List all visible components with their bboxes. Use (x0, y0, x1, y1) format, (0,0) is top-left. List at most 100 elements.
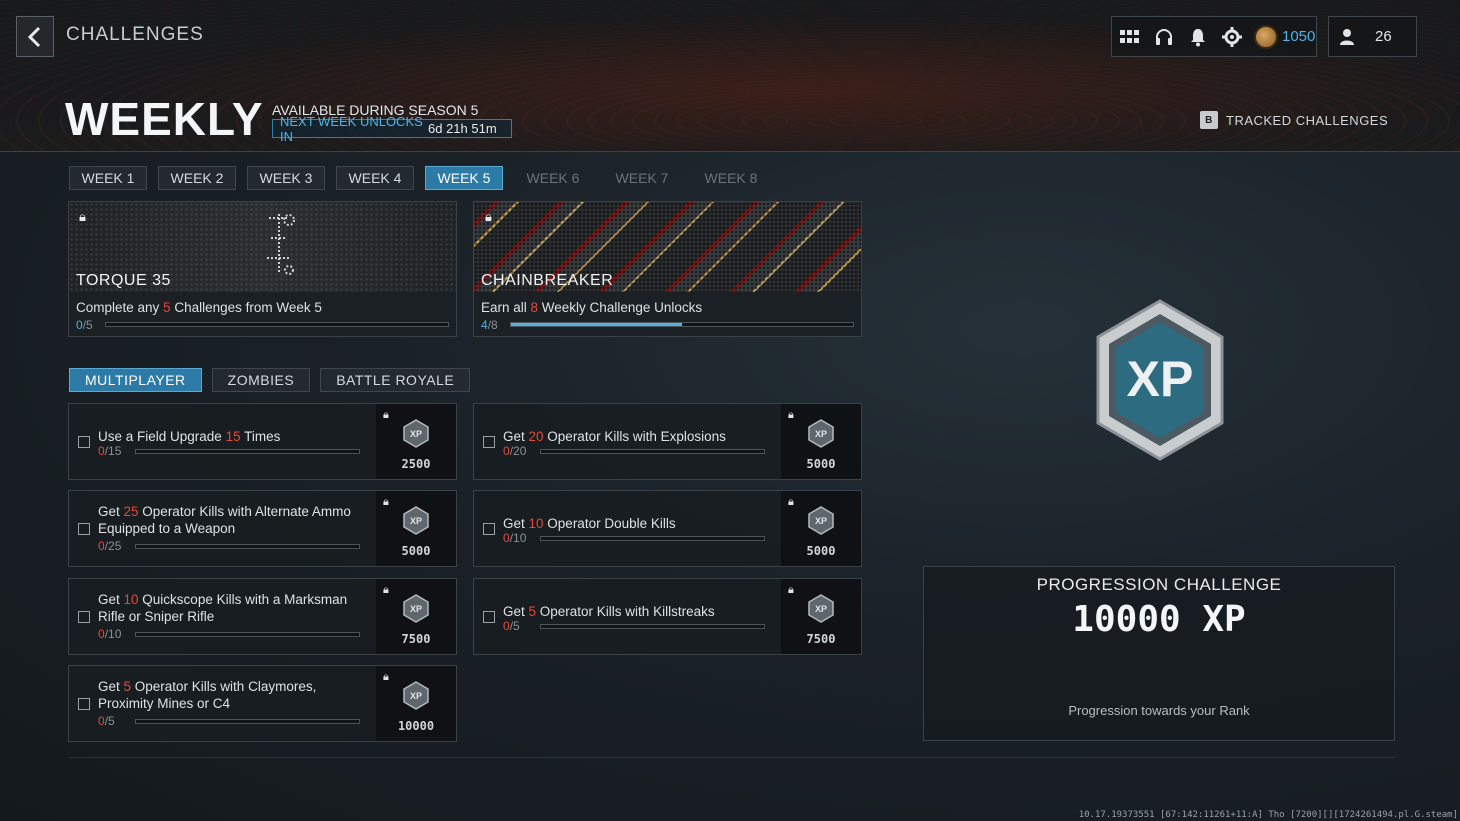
challenge-progress-bar (135, 544, 360, 549)
mode-tabs: MULTIPLAYER ZOMBIES BATTLE ROYALE (69, 368, 480, 392)
tracked-challenges-button[interactable]: B TRACKED CHALLENGES (1200, 111, 1388, 129)
xp-token-icon: XP (403, 681, 429, 710)
challenge-reward: 🔒︎ XP 10000 (376, 666, 456, 741)
key-hint: B (1200, 111, 1218, 129)
cod-points-value[interactable]: 1050 (1282, 28, 1315, 45)
challenge-tile[interactable]: Get 20 Operator Kills with Explosions 0/2… (473, 403, 862, 480)
back-button[interactable] (16, 16, 54, 57)
lock-icon: 🔒︎ (383, 670, 389, 683)
challenge-tile[interactable]: Get 25 Operator Kills with Alternate Amm… (68, 490, 457, 567)
xp-token-icon: XP (808, 419, 834, 448)
reward-card-torque[interactable]: 🔒︎ TORQUE 35 Complete any 5 Challenges f… (68, 201, 457, 337)
challenge-text: Get 20 Operator Kills with Explosions (503, 429, 726, 444)
xp-reward-value: 5000 (806, 544, 836, 558)
lock-icon: 🔒︎ (383, 583, 389, 596)
gear-icon[interactable] (1220, 25, 1244, 49)
challenge-progress-bar (135, 719, 360, 724)
tab-week-3[interactable]: WEEK 3 (247, 166, 325, 190)
tab-week-7[interactable]: WEEK 7 (603, 166, 681, 190)
xp-token-icon: XP (403, 506, 429, 535)
track-checkbox[interactable] (78, 611, 90, 623)
challenge-tile[interactable]: Get 5 Operator Kills with Claymores, Pro… (68, 665, 457, 742)
challenge-progress-text: 0/20 (503, 444, 527, 458)
cod-points-icon[interactable] (1254, 24, 1278, 49)
build-string: 10.17.19373551 [67:142:11261+11:A] Tho [… (1078, 810, 1458, 820)
challenge-text: Get 5 Operator Kills with Claymores, Pro… (98, 679, 317, 711)
challenge-tile[interactable]: Use a Field Upgrade 15 Times 0/15 🔒︎ XP 2500 (68, 403, 457, 480)
tab-week-8[interactable]: WEEK 8 (692, 166, 770, 190)
challenge-reward: 🔒︎ XP 2500 (376, 404, 456, 479)
svg-text:XP: XP (410, 429, 422, 439)
tab-week-2[interactable]: WEEK 2 (158, 166, 236, 190)
next-week-unlock: NEXT WEEK UNLOCKS IN 6d 21h 51m (272, 114, 512, 144)
xp-reward-value: 5000 (401, 544, 431, 558)
xp-token-icon: XP (403, 419, 429, 448)
challenge-tile[interactable]: Get 5 Operator Kills with Killstreaks 0/5… (473, 578, 862, 655)
tab-week-5[interactable]: WEEK 5 (425, 166, 503, 190)
progression-heading: PROGRESSION CHALLENGE (1036, 575, 1282, 594)
headset-icon[interactable] (1152, 25, 1176, 49)
svg-text:XP: XP (410, 691, 422, 701)
reward-progress-text: 0/5 (76, 318, 93, 332)
challenge-reward: 🔒︎ XP 7500 (376, 579, 456, 654)
tab-battle-royale[interactable]: BATTLE ROYALE (320, 368, 471, 392)
friends-icon (1340, 28, 1354, 45)
track-checkbox[interactable] (483, 611, 495, 623)
lock-icon: 🔒︎ (383, 408, 389, 421)
lock-icon: 🔒︎ (788, 495, 794, 508)
friends-button[interactable]: 26 (1328, 16, 1417, 57)
track-checkbox[interactable] (78, 523, 90, 535)
track-checkbox[interactable] (78, 698, 90, 710)
chevron-left-icon (27, 26, 41, 47)
reward-card-chainbreaker[interactable]: 🔒︎ CHAINBREAKER Earn all 8 Weekly Challe… (473, 201, 862, 337)
track-checkbox[interactable] (483, 436, 495, 448)
grid-icon[interactable] (1118, 25, 1142, 49)
tab-multiplayer[interactable]: MULTIPLAYER (69, 368, 202, 392)
challenge-progress-text: 0/10 (503, 531, 527, 545)
track-checkbox[interactable] (78, 436, 90, 448)
lock-icon: 🔒︎ (788, 583, 794, 596)
tab-week-6[interactable]: WEEK 6 (514, 166, 592, 190)
challenge-text: Get 10 Quickscope Kills with a Marksman … (98, 592, 348, 624)
reward-progress-bar (105, 322, 449, 327)
tab-week-1[interactable]: WEEK 1 (69, 166, 147, 190)
divider (69, 757, 1395, 758)
xp-reward-value: 2500 (401, 457, 431, 471)
challenge-tile[interactable]: Get 10 Quickscope Kills with a Marksman … (68, 578, 457, 655)
next-unlock-timer: 6d 21h 51m (428, 121, 497, 136)
challenge-progress-bar (135, 632, 360, 637)
reward-name: CHAINBREAKER (481, 272, 614, 289)
track-checkbox[interactable] (483, 523, 495, 535)
weapon-silhouette-icon (267, 214, 295, 275)
lock-icon: 🔒︎ (788, 408, 794, 421)
svg-text:XP: XP (410, 516, 422, 526)
lock-icon: 🔒︎ (383, 495, 389, 508)
challenge-reward: 🔒︎ XP 7500 (781, 579, 861, 654)
xp-reward-value: 5000 (806, 457, 836, 471)
xp-token-icon: XP (808, 594, 834, 623)
tab-zombies[interactable]: ZOMBIES (211, 368, 311, 392)
tab-week-4[interactable]: WEEK 4 (336, 166, 414, 190)
lock-icon: 🔒︎ (79, 210, 86, 225)
xp-token-icon: XP (403, 594, 429, 623)
reward-progress-text: 4/8 (481, 318, 498, 332)
challenge-progress-text: 0/25 (98, 539, 122, 553)
tracked-challenges-label: TRACKED CHALLENGES (1226, 112, 1389, 128)
progression-challenge-panel: PROGRESSION CHALLENGE 10000 XP Progressi… (923, 566, 1395, 741)
challenge-reward: 🔒︎ XP 5000 (781, 491, 861, 566)
xp-reward-value: 10000 (397, 719, 435, 733)
top-bar: 1050 (1111, 16, 1317, 57)
bell-icon[interactable] (1186, 25, 1210, 49)
svg-text:XP: XP (815, 604, 827, 614)
weekly-title: WEEKLY (65, 93, 264, 145)
reward-description: Earn all 8 Weekly Challenge Unlocks (481, 300, 703, 315)
challenge-text: Get 25 Operator Kills with Alternate Amm… (98, 504, 351, 536)
svg-text:XP: XP (815, 516, 827, 526)
xp-badge-text: XP (1127, 351, 1194, 407)
challenge-progress-text: 0/5 (503, 619, 520, 633)
challenge-tile[interactable]: Get 10 Operator Double Kills 0/10 🔒︎ XP 5000 (473, 490, 862, 567)
challenge-progress-bar (540, 536, 765, 541)
xp-reward-value: 7500 (806, 632, 836, 646)
challenge-progress-bar (540, 624, 765, 629)
xp-reward-value: 7500 (401, 632, 431, 646)
